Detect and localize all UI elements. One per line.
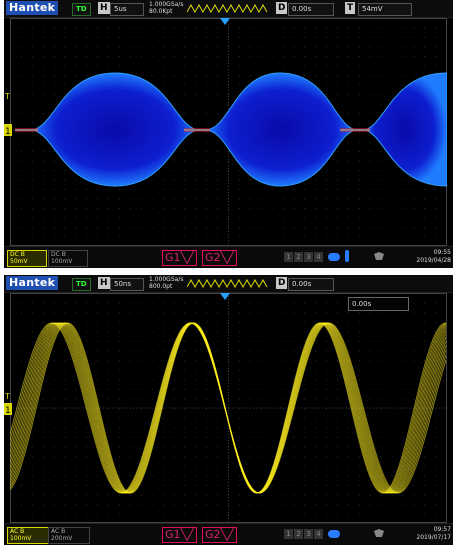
run-state[interactable]: TD	[72, 278, 91, 291]
status-bar: Hantek TD H 50ns 1.000GSa/s 800.0pt D 0.…	[4, 275, 453, 293]
date: 2019/04/28	[416, 257, 451, 264]
ch2-bw: B	[61, 251, 66, 258]
svg-text:1: 1	[5, 406, 11, 415]
ch1-scale: 100mV	[10, 535, 32, 542]
gen1-label: G1	[165, 528, 181, 541]
trigger-level[interactable]: 54mV	[358, 3, 412, 16]
usb-device-icon	[328, 530, 340, 538]
memory-depth: 80.0Kpt	[149, 8, 173, 15]
clock: 09:55 2019/04/28	[416, 249, 451, 265]
channel-num-1[interactable]: 1	[284, 529, 293, 539]
trigger-label: T	[345, 2, 356, 14]
channel-num-2[interactable]: 2	[294, 252, 303, 262]
scope-screen-top: Hantek TD H 5us 1.000GSa/s 80.0Kpt D 0.0…	[4, 0, 453, 268]
gen1-label: G1	[165, 251, 181, 264]
channel-num-4[interactable]: 4	[314, 529, 323, 539]
timebase[interactable]: 5us	[110, 3, 144, 16]
ch1-coupling: DC	[10, 251, 19, 258]
trigger-position-marker-icon[interactable]	[220, 18, 230, 26]
channel-num-1[interactable]: 1	[284, 252, 293, 262]
sine-wave-icon: ╲╱	[220, 528, 234, 541]
timebase[interactable]: 50ns	[110, 278, 144, 291]
time: 09:57	[433, 526, 451, 533]
time: 09:55	[433, 249, 451, 256]
ch1-coupling: AC	[10, 528, 19, 535]
sample-rate: 1.000GSa/s	[149, 1, 184, 8]
ch2-coupling: DC	[51, 251, 60, 258]
memory-depth: 800.0pt	[149, 283, 173, 290]
ch2-scale: 100mV	[51, 258, 73, 265]
sample-rate: 1.000GSa/s	[149, 276, 184, 283]
ch2-scale: 200mV	[51, 535, 73, 542]
brand-logo: Hantek	[6, 1, 59, 15]
scope-screen-bottom: Hantek TD H 50ns 1.000GSa/s 800.0pt D 0.…	[4, 275, 453, 545]
shield-icon	[374, 252, 384, 260]
channel-status-bar: AC B 100mV AC B 200mV G1╲╱ G2╲╱ 1 2 3 4 …	[4, 523, 453, 545]
status-bar: Hantek TD H 5us 1.000GSa/s 80.0Kpt D 0.0…	[4, 0, 453, 18]
waveform-overview-icon[interactable]	[187, 4, 269, 13]
acquisition-info: 1.000GSa/s 80.0Kpt	[149, 1, 183, 15]
shield-icon	[374, 529, 384, 537]
svg-text:T: T	[5, 392, 10, 400]
horizontal-label: H	[98, 277, 110, 289]
channel-num-3[interactable]: 3	[304, 252, 313, 262]
generator2-button[interactable]: G2╲╱	[202, 527, 237, 543]
ch2-coupling: AC	[51, 528, 60, 535]
svg-text:T: T	[5, 92, 10, 100]
run-state[interactable]: TD	[72, 3, 91, 16]
brand-logo: Hantek	[6, 276, 59, 290]
channel1-badge[interactable]: AC B 100mV	[7, 527, 49, 544]
cursor-readout: 0.00s	[348, 297, 409, 311]
usb-device-icon	[328, 253, 340, 261]
ch1-bw: B	[20, 528, 25, 535]
waveform-display[interactable]	[10, 293, 447, 523]
ch2-bw: B	[61, 528, 66, 535]
clock: 09:57 2019/07/17	[416, 526, 451, 542]
channel-num-4[interactable]: 4	[314, 252, 323, 262]
channel1-ground-marker-icon[interactable]: 1	[4, 124, 12, 136]
ch1-bw: B	[20, 251, 25, 258]
acquisition-info: 1.000GSa/s 800.0pt	[149, 276, 183, 290]
sine-wave-icon: ╲╱	[180, 528, 194, 541]
channel-num-3[interactable]: 3	[304, 529, 313, 539]
channel1-ground-marker-icon[interactable]: 1	[4, 403, 12, 415]
trigger-level-marker-icon[interactable]: T	[5, 92, 11, 100]
trigger-position-marker-icon[interactable]	[220, 293, 230, 301]
trigger-level-marker-icon[interactable]: T	[5, 392, 11, 400]
sine-wave-icon: ╲╱	[220, 251, 234, 264]
generator1-button[interactable]: G1╲╱	[162, 250, 197, 266]
svg-text:1: 1	[5, 127, 11, 136]
delay-label: D	[276, 277, 288, 289]
ch1-scale: 50mV	[10, 258, 28, 265]
delay-value[interactable]: 0.00s	[288, 278, 334, 291]
delay-label: D	[276, 2, 288, 14]
generator1-button[interactable]: G1╲╱	[162, 527, 197, 543]
delay-value[interactable]: 0.00s	[288, 3, 334, 16]
horizontal-label: H	[98, 2, 110, 14]
waveform-display[interactable]	[10, 18, 447, 246]
channel2-badge[interactable]: DC B 100mV	[48, 250, 88, 267]
gen2-label: G2	[205, 528, 221, 541]
date: 2019/07/17	[416, 534, 451, 541]
channel1-badge[interactable]: DC B 50mV	[7, 250, 47, 267]
probe-icon	[345, 250, 349, 262]
channel2-badge[interactable]: AC B 200mV	[48, 527, 90, 544]
gen2-label: G2	[205, 251, 221, 264]
generator2-button[interactable]: G2╲╱	[202, 250, 237, 266]
channel-num-2[interactable]: 2	[294, 529, 303, 539]
sine-wave-icon: ╲╱	[180, 251, 194, 264]
channel-status-bar: DC B 50mV DC B 100mV G1╲╱ G2╲╱ 1 2 3 4 0…	[4, 246, 453, 268]
waveform-overview-icon[interactable]	[187, 279, 269, 288]
